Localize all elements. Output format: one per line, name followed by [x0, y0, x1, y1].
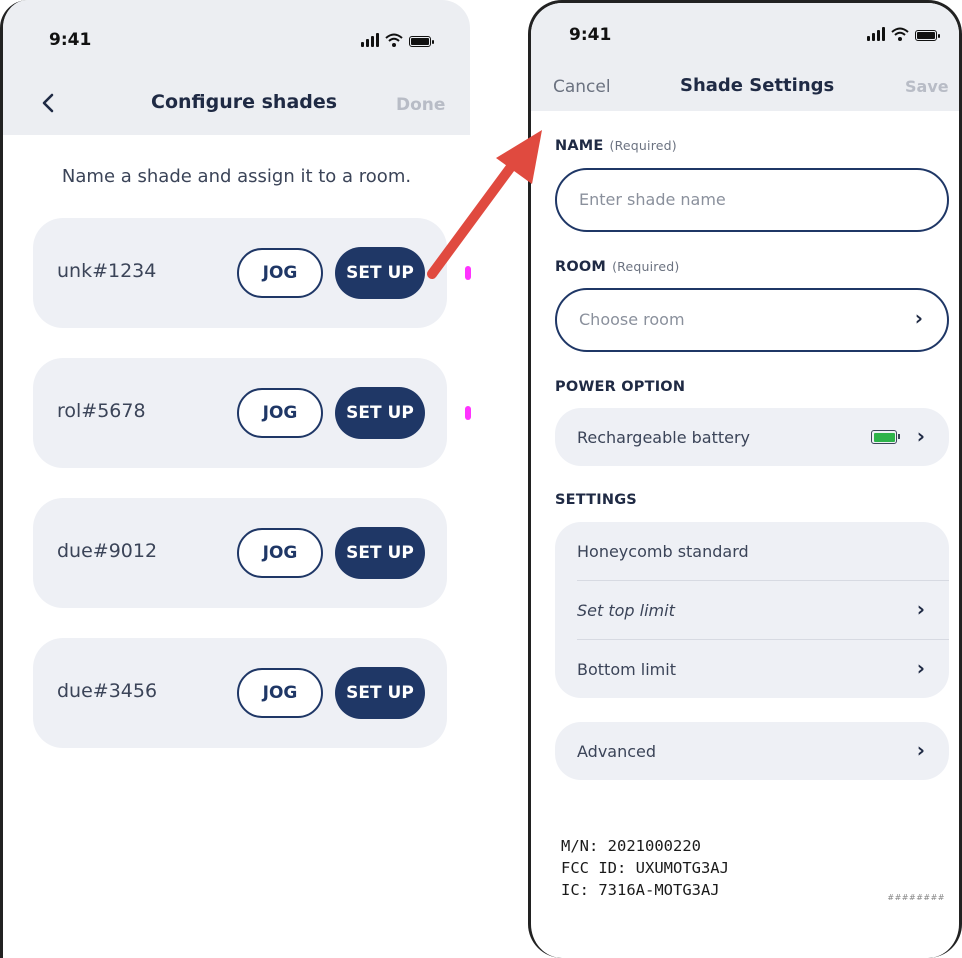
shade-card: rol#5678 JOG SET UP — [33, 358, 447, 468]
model-number: M/N: 2021000220 — [561, 837, 701, 855]
magenta-marker — [465, 406, 471, 420]
configure-shades-screen: 9:41 Configure shades Done Name a shade … — [0, 0, 470, 958]
signal-icon — [867, 27, 885, 41]
settings-row-bottom-limit[interactable]: Bottom limit › — [577, 639, 949, 698]
back-chevron-icon[interactable] — [41, 93, 55, 113]
status-time: 9:41 — [49, 30, 92, 50]
fcc-id: FCC ID: UXUMOTG3AJ — [561, 859, 729, 877]
shade-settings-screen: 9:41 Cancel Shade Settings Save NAME (Req… — [528, 0, 962, 958]
shade-card: due#3456 JOG SET UP — [33, 638, 447, 748]
cancel-button[interactable]: Cancel — [553, 77, 611, 97]
name-label: NAME — [555, 138, 604, 154]
required-note: (Required) — [612, 259, 680, 274]
shade-card: unk#1234 JOG SET UP — [33, 218, 447, 328]
page-title: Configure shades — [151, 91, 338, 113]
page-title: Shade Settings — [680, 75, 835, 96]
settings-group: Honeycomb standard Set top limit › Botto… — [555, 522, 949, 698]
set-up-button[interactable]: SET UP — [335, 387, 425, 439]
jog-button[interactable]: JOG — [237, 668, 323, 718]
shade-name: due#3456 — [57, 680, 158, 702]
choose-room-select[interactable]: Choose room › — [555, 288, 949, 352]
settings-row-top-limit[interactable]: Set top limit › — [577, 580, 949, 639]
chevron-right-icon: › — [916, 424, 925, 448]
hash-note: ######## — [887, 893, 945, 902]
chevron-right-icon: › — [916, 738, 925, 762]
battery-charged-icon — [871, 430, 900, 444]
power-option-label: POWER OPTION — [555, 379, 686, 395]
ic-number: IC: 7316A-MOTG3AJ — [561, 881, 720, 899]
shade-name-input[interactable]: Enter shade name — [555, 168, 949, 232]
wifi-icon — [891, 27, 909, 41]
name-section-label: NAME (Required) — [555, 138, 677, 154]
settings-label: SETTINGS — [555, 492, 637, 508]
room-section-label: ROOM (Required) — [555, 259, 679, 275]
advanced-label: Advanced — [577, 742, 657, 761]
wifi-icon — [385, 33, 403, 47]
set-up-button[interactable]: SET UP — [335, 667, 425, 719]
status-time: 9:41 — [569, 25, 612, 45]
settings-row-label: Bottom limit — [577, 660, 676, 679]
set-up-button[interactable]: SET UP — [335, 527, 425, 579]
shade-card: due#9012 JOG SET UP — [33, 498, 447, 608]
save-button[interactable]: Save — [905, 77, 949, 96]
chevron-right-icon: › — [916, 597, 925, 621]
required-note: (Required) — [609, 138, 677, 153]
red-arrow-annotation — [427, 130, 542, 279]
shade-name: unk#1234 — [57, 260, 157, 282]
chevron-right-icon: › — [914, 306, 923, 330]
battery-icon — [915, 30, 940, 41]
settings-row-honeycomb: Honeycomb standard — [555, 522, 949, 580]
device-info: M/N: 2021000220 FCC ID: UXUMOTG3AJ IC: 7… — [561, 835, 729, 901]
settings-row-label: Honeycomb standard — [577, 542, 749, 561]
jog-button[interactable]: JOG — [237, 248, 323, 298]
power-option-value: Rechargeable battery — [577, 428, 751, 447]
power-option-row[interactable]: Rechargeable battery › — [555, 408, 949, 466]
instructions-text: Name a shade and assign it to a room. — [61, 166, 412, 187]
jog-button[interactable]: JOG — [237, 528, 323, 578]
jog-button[interactable]: JOG — [237, 388, 323, 438]
chevron-right-icon: › — [916, 656, 925, 680]
settings-row-label: Set top limit — [577, 601, 675, 620]
choose-room-placeholder: Choose room — [579, 310, 685, 329]
battery-icon — [409, 36, 434, 47]
status-icons — [867, 27, 940, 41]
set-up-button[interactable]: SET UP — [335, 247, 425, 299]
room-label: ROOM — [555, 259, 607, 275]
signal-icon — [361, 33, 379, 47]
advanced-row[interactable]: Advanced › — [555, 722, 949, 780]
shade-name-placeholder: Enter shade name — [579, 190, 726, 209]
shade-name: due#9012 — [57, 540, 158, 562]
done-button[interactable]: Done — [396, 95, 445, 115]
shade-name: rol#5678 — [57, 400, 146, 422]
status-icons — [361, 33, 434, 47]
